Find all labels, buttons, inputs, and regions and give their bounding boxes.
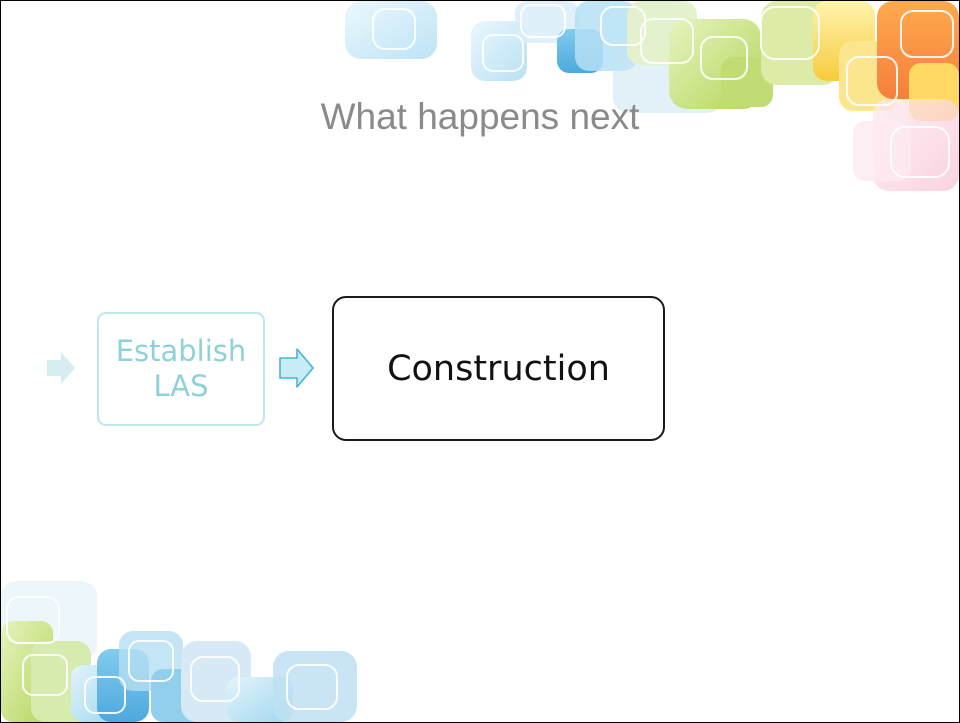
step-establish-las: Establish LAS — [97, 312, 265, 426]
faded-arrow-icon — [47, 352, 75, 384]
step-label-line1: Establish — [115, 334, 247, 369]
next-step-arrow-icon — [279, 348, 314, 388]
slide-title: What happens next — [320, 96, 640, 137]
step-construction: Construction — [332, 296, 665, 441]
step-label-line2: LAS — [153, 369, 209, 403]
slide: What happens next Establish LAS Construc… — [0, 0, 960, 723]
step-label: Construction — [387, 348, 610, 389]
